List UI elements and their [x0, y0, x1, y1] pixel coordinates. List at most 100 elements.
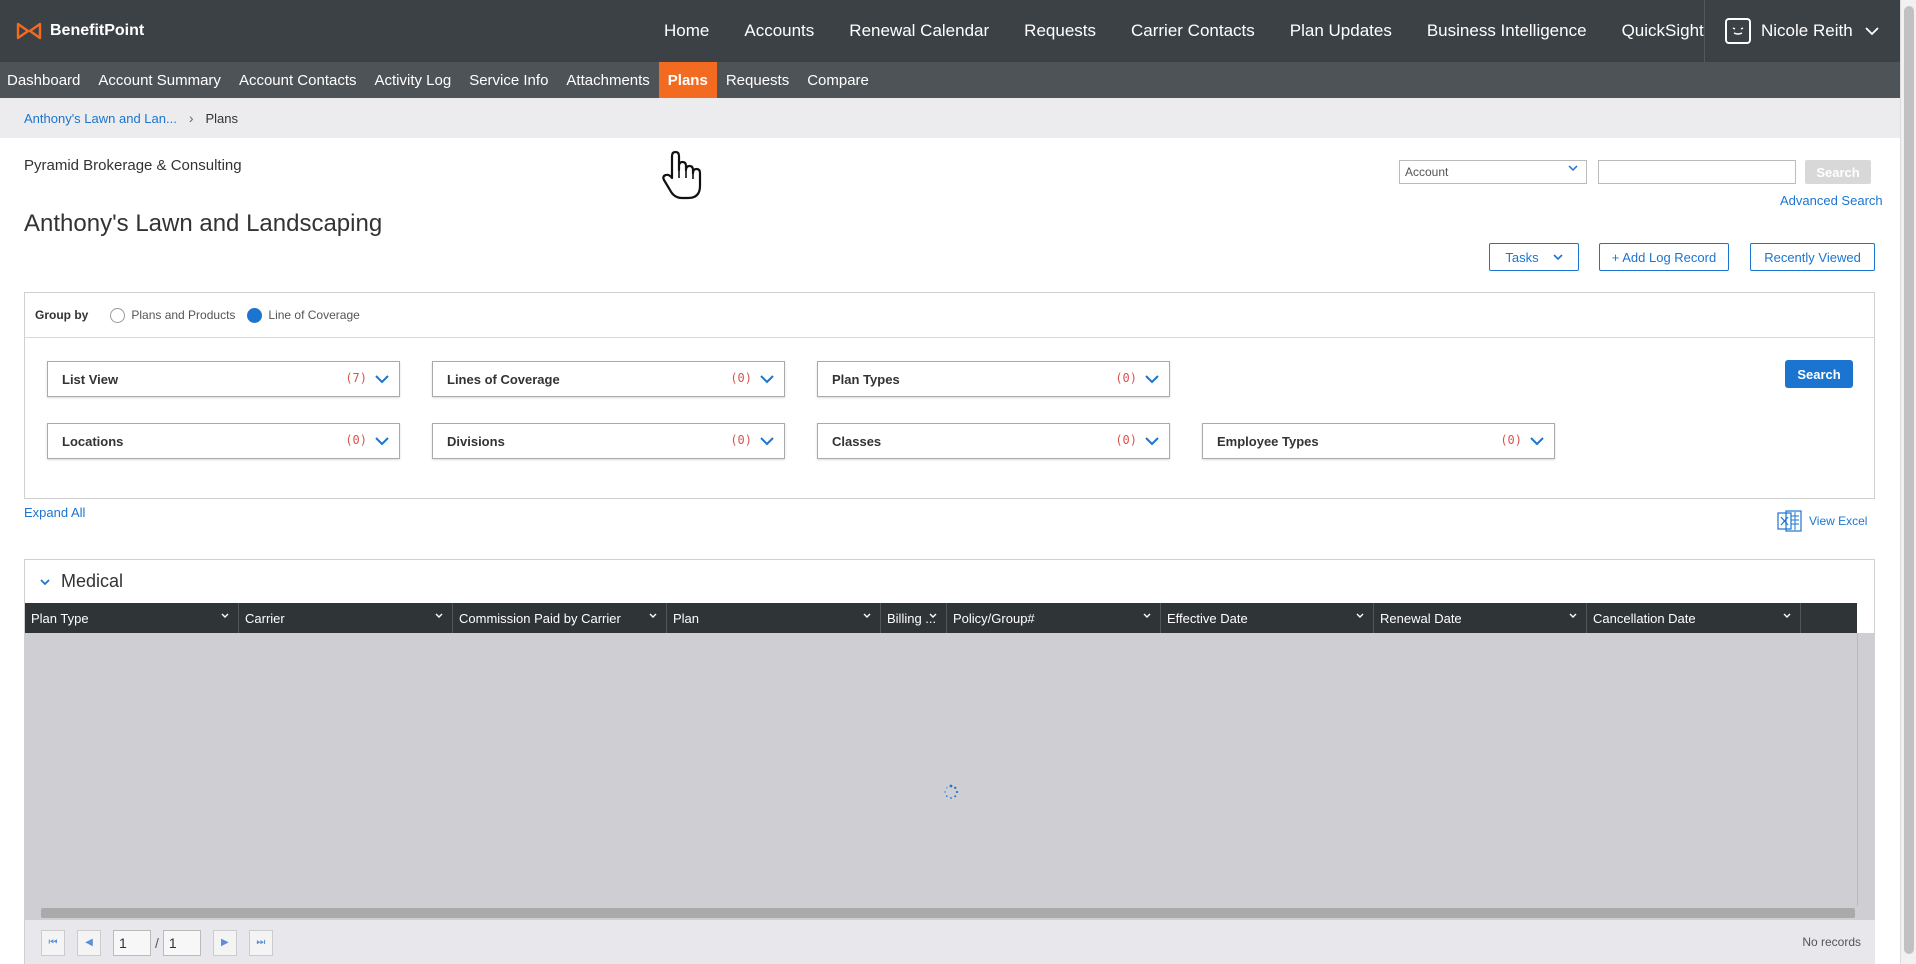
- column-label: Cancellation Date: [1593, 610, 1696, 626]
- chevron-down-icon: [1145, 375, 1159, 384]
- column-label: Commission Paid by Carrier: [459, 610, 621, 626]
- brand-logo[interactable]: BenefitPoint: [16, 22, 144, 40]
- app-name: BenefitPoint: [50, 22, 145, 39]
- column-label: Policy/Group#: [953, 610, 1035, 626]
- column-commission[interactable]: Commission Paid by Carrier: [453, 603, 667, 633]
- loading-spinner-icon: [944, 784, 959, 799]
- column-menu-icon[interactable]: [220, 611, 230, 621]
- grid-vertical-scrollbar[interactable]: [1857, 633, 1875, 906]
- search-type-select[interactable]: Account: [1399, 160, 1587, 184]
- hand-cursor-icon: [662, 150, 702, 200]
- tab-activity-log[interactable]: Activity Log: [366, 62, 461, 98]
- grid-horizontal-scrollbar[interactable]: [25, 906, 1875, 920]
- column-menu-icon[interactable]: [1782, 611, 1792, 621]
- filter-lines-of-coverage[interactable]: Lines of Coverage (0): [432, 361, 785, 397]
- column-renewal-date[interactable]: Renewal Date: [1374, 603, 1587, 633]
- filter-employee-types[interactable]: Employee Types (0): [1202, 423, 1555, 459]
- chevron-down-icon: [1145, 437, 1159, 446]
- nav-plan-updates[interactable]: Plan Updates: [1290, 21, 1392, 41]
- nav-home[interactable]: Home: [664, 21, 709, 41]
- tab-account-summary[interactable]: Account Summary: [89, 62, 230, 98]
- column-menu-icon[interactable]: [862, 611, 872, 621]
- filter-count: (0): [1115, 371, 1137, 385]
- search-input[interactable]: [1598, 160, 1796, 184]
- records-status: No records: [1802, 935, 1861, 949]
- filter-classes[interactable]: Classes (0): [817, 423, 1170, 459]
- group-by-plans-products[interactable]: Plans and Products: [110, 307, 235, 323]
- group-by-bar: Group by Plans and Products Line of Cove…: [25, 293, 1874, 338]
- tab-compare[interactable]: Compare: [798, 62, 878, 98]
- column-menu-icon[interactable]: [928, 611, 938, 621]
- chevron-down-icon[interactable]: [39, 577, 51, 587]
- tab-attachments[interactable]: Attachments: [557, 62, 658, 98]
- column-billing[interactable]: Billing ...: [881, 603, 947, 633]
- nav-carrier-contacts[interactable]: Carrier Contacts: [1131, 21, 1255, 41]
- nav-requests[interactable]: Requests: [1024, 21, 1096, 41]
- tasks-button[interactable]: Tasks: [1489, 243, 1579, 271]
- filter-plan-types[interactable]: Plan Types (0): [817, 361, 1170, 397]
- breadcrumb-account-link[interactable]: Anthony's Lawn and Lan...: [24, 111, 177, 126]
- filter-label: Employee Types: [1217, 433, 1319, 449]
- view-excel-link[interactable]: View Excel: [1777, 510, 1867, 532]
- group-by-label: Group by: [35, 308, 89, 322]
- column-policy-group[interactable]: Policy/Group#: [947, 603, 1161, 633]
- first-page-icon[interactable]: ⏮: [41, 929, 65, 956]
- filter-search-button[interactable]: Search: [1785, 360, 1853, 388]
- previous-page-icon[interactable]: ◀: [77, 929, 101, 956]
- last-page-icon[interactable]: ⏭: [248, 929, 273, 956]
- group-by-line-of-coverage[interactable]: Line of Coverage: [247, 307, 360, 323]
- tab-account-contacts[interactable]: Account Contacts: [230, 62, 366, 98]
- filter-count: (0): [1115, 433, 1137, 447]
- organization-name: Pyramid Brokerage & Consulting: [24, 157, 242, 174]
- tab-requests[interactable]: Requests: [717, 62, 798, 98]
- advanced-search-link[interactable]: Advanced Search: [1780, 193, 1883, 208]
- column-menu-icon[interactable]: [1568, 611, 1578, 621]
- nav-accounts[interactable]: Accounts: [744, 21, 814, 41]
- user-menu[interactable]: Nicole Reith: [1704, 0, 1900, 62]
- next-page-icon[interactable]: ▶: [212, 929, 237, 956]
- filter-label: Divisions: [447, 433, 505, 449]
- column-menu-icon[interactable]: [648, 611, 658, 621]
- search-button[interactable]: Search: [1805, 160, 1871, 184]
- column-menu-icon[interactable]: [1142, 611, 1152, 621]
- add-log-record-button[interactable]: + Add Log Record: [1599, 243, 1729, 271]
- page-scrollbar[interactable]: [1900, 0, 1916, 964]
- radio-selected-icon[interactable]: [247, 307, 263, 323]
- section-header[interactable]: Medical: [25, 560, 1874, 603]
- expand-all-link[interactable]: Expand All: [24, 505, 85, 520]
- breadcrumb: Anthony's Lawn and Lan... › Plans: [0, 98, 1900, 138]
- nav-business-intelligence[interactable]: Business Intelligence: [1427, 21, 1587, 41]
- filter-divisions[interactable]: Divisions (0): [432, 423, 785, 459]
- column-carrier[interactable]: Carrier: [239, 603, 453, 633]
- page-number-input[interactable]: 1: [113, 929, 151, 956]
- filter-count: (0): [730, 433, 752, 447]
- column-menu-icon[interactable]: [1355, 611, 1365, 621]
- page-title: Anthony's Lawn and Landscaping: [24, 210, 383, 237]
- tab-plans[interactable]: Plans: [658, 62, 717, 98]
- filter-locations[interactable]: Locations (0): [47, 423, 400, 459]
- scrollbar-thumb[interactable]: [1904, 6, 1914, 954]
- tab-service-info[interactable]: Service Info: [460, 62, 557, 98]
- column-menu-icon[interactable]: [434, 611, 444, 621]
- nav-renewal-calendar[interactable]: Renewal Calendar: [849, 21, 989, 41]
- view-excel-label: View Excel: [1809, 514, 1868, 528]
- filter-panel: Group by Plans and Products Line of Cove…: [24, 292, 1875, 499]
- column-plan[interactable]: Plan: [667, 603, 881, 633]
- scrollbar-thumb[interactable]: [41, 908, 1855, 918]
- column-label: Renewal Date: [1380, 610, 1462, 626]
- column-label: Plan: [673, 610, 700, 626]
- chevron-down-icon: [1568, 165, 1578, 172]
- nav-quicksight[interactable]: QuickSight: [1622, 21, 1704, 41]
- chevron-down-icon: [375, 375, 389, 384]
- top-nav-links: Home Accounts Renewal Calendar Requests …: [664, 0, 1739, 62]
- column-effective-date[interactable]: Effective Date: [1161, 603, 1374, 633]
- column-plan-type[interactable]: Plan Type: [25, 603, 239, 633]
- recently-viewed-button[interactable]: Recently Viewed: [1750, 243, 1875, 271]
- tab-dashboard[interactable]: Dashboard: [0, 62, 89, 98]
- filter-label: Lines of Coverage: [447, 371, 560, 387]
- column-cancellation-date[interactable]: Cancellation Date: [1587, 603, 1801, 633]
- column-spacer: [1801, 603, 1857, 633]
- filter-label: List View: [62, 371, 119, 387]
- radio-unselected-icon[interactable]: [110, 307, 126, 323]
- filter-list-view[interactable]: List View (7): [47, 361, 400, 397]
